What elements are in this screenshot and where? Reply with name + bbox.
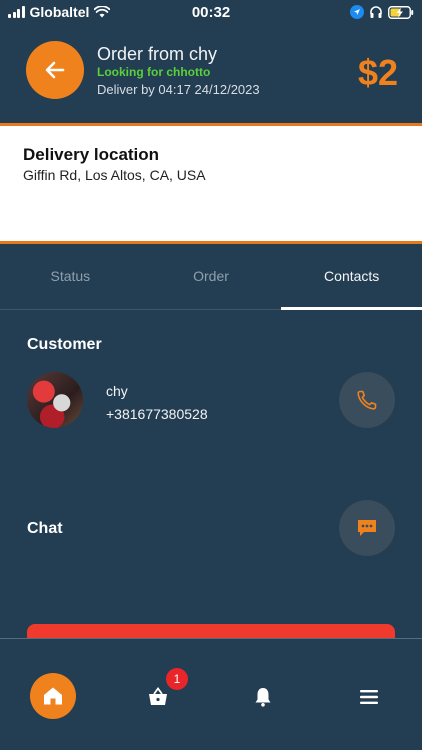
tab-order[interactable]: Order [141,244,282,309]
nav-notifications[interactable] [240,674,286,720]
back-button[interactable] [26,41,84,99]
status-bar-left: Globaltel [8,4,158,20]
carrier-label: Globaltel [29,4,90,20]
cart-count-badge: 1 [166,668,188,690]
menu-icon [360,690,378,704]
tab-status[interactable]: Status [0,244,141,309]
delivery-location-title: Delivery location [23,145,160,164]
customer-phone: +381677380528 [106,406,208,422]
avatar [27,372,83,428]
customer-section-title: Customer [27,336,102,353]
signal-icon [8,6,25,18]
bottom-nav: 1 [0,638,422,750]
order-status: Looking for chhotto [97,65,211,79]
order-title: Order from chy [97,44,218,64]
phone-icon [357,390,377,410]
home-icon [44,687,62,705]
nav-home[interactable] [30,673,76,719]
delivery-deadline: Deliver by 04:17 24/12/2023 [97,82,260,97]
status-bar-right [264,5,414,19]
delivery-address: Giffin Rd, Los Altos, CA, USA [23,167,206,183]
delivery-location-card: Delivery location Giffin Rd, Los Altos, … [0,123,422,244]
chat-button[interactable] [339,500,395,556]
call-button[interactable] [339,372,395,428]
tab-contacts[interactable]: Contacts [281,244,422,310]
headphones-icon [370,6,382,18]
chat-bubble-icon [358,520,376,536]
battery-charging-icon [388,5,414,19]
clock: 00:32 [191,3,231,21]
bell-icon [255,688,271,707]
order-header: Order from chy Looking for chhotto Deliv… [0,24,422,124]
chat-section-title: Chat [27,520,63,537]
wifi-icon [94,6,111,18]
tab-bar: Status Order Contacts [0,244,422,310]
location-arrow-icon [350,5,364,19]
nav-menu[interactable] [346,674,392,720]
basket-icon [149,686,167,705]
back-arrow-icon [45,61,65,79]
order-price: $2 [357,52,398,93]
customer-name: chy [106,383,128,399]
status-bar: Globaltel 00:32 [0,0,422,24]
